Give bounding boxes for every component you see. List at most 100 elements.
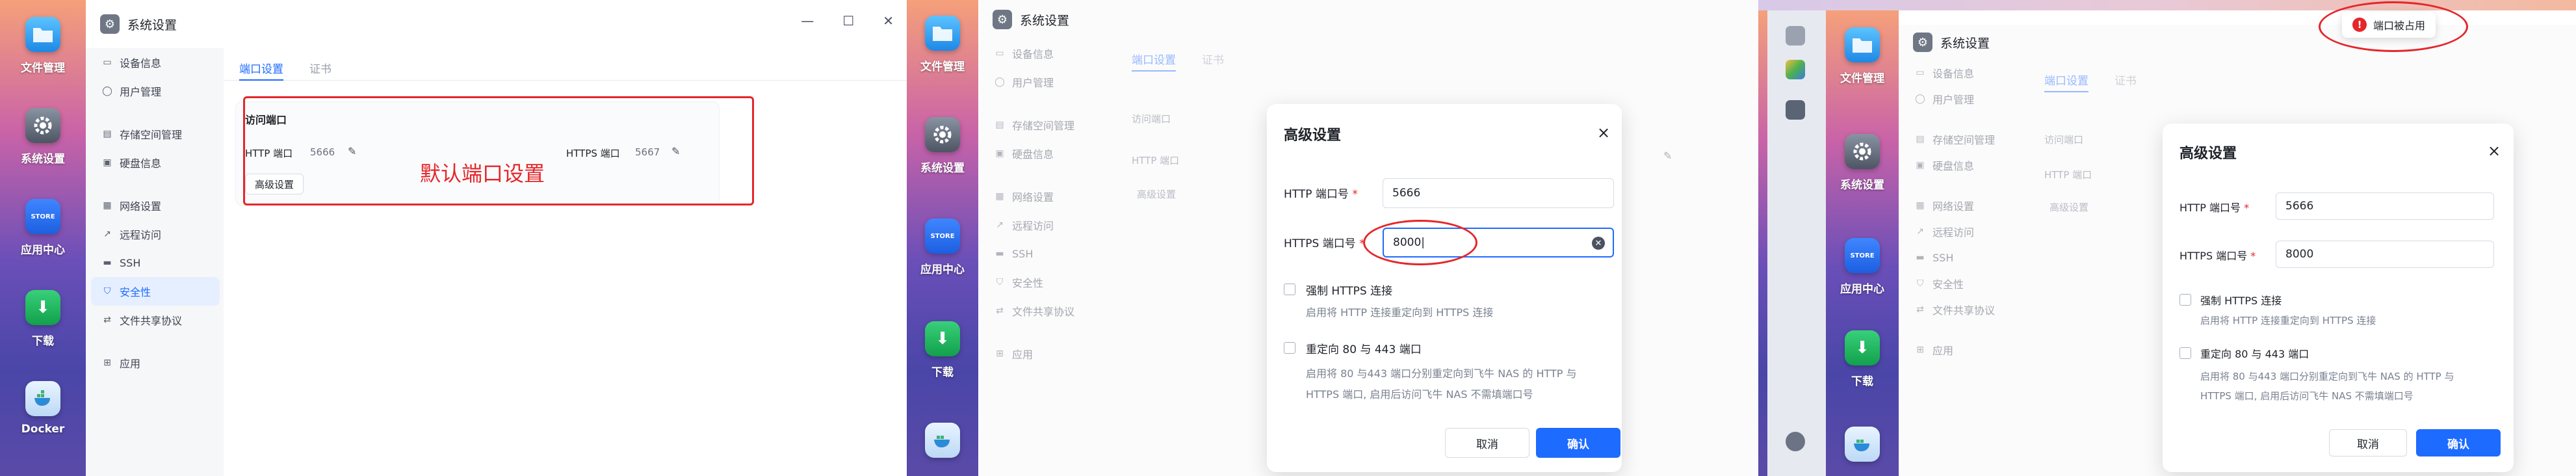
dock-label: 文件管理	[21, 62, 65, 75]
sidebar-item-network[interactable]: ▦ 网络设置	[1904, 192, 2025, 218]
remote-icon: ↗	[1916, 226, 1924, 237]
confirm-button[interactable]: 确认	[1536, 428, 1620, 458]
tab-certificate[interactable]: 证书	[2114, 65, 2137, 92]
https-port-label-text: HTTPS 端口号	[1284, 237, 1356, 250]
http-port-input[interactable]: 5666	[2276, 192, 2494, 220]
apps-icon: ⊞	[1916, 345, 1924, 355]
download-icon: ⬇	[25, 290, 60, 325]
window-title: 系统设置	[1940, 36, 1990, 51]
apps-grid-icon[interactable]	[1786, 60, 1805, 79]
dock-item-file-manager[interactable]: 文件管理	[907, 16, 978, 73]
tab-port-settings[interactable]: 端口设置	[239, 53, 283, 81]
sidebar-item-ssh[interactable]: ▬ SSH	[91, 248, 220, 277]
sidebar-item-disk-info[interactable]: ▣ 硬盘信息	[91, 148, 220, 177]
force-https-checkbox[interactable]	[1284, 284, 1295, 295]
dock-item-system-settings[interactable]: 系统设置	[907, 117, 978, 175]
advanced-settings-button[interactable]: 高级设置	[1128, 183, 1185, 204]
https-port-input[interactable]: 8000	[2276, 241, 2494, 268]
sidebar-item-device-info[interactable]: ▭ 设备信息	[1904, 60, 2025, 86]
dock-item-download[interactable]: ⬇ 下载	[0, 290, 86, 348]
dock-item-app-center[interactable]: STORE 应用中心	[1826, 238, 1899, 296]
redirect-ports-checkbox[interactable]	[1284, 342, 1295, 354]
sidebar-item-label: 用户管理	[1932, 94, 1975, 106]
apps-icon: ⊞	[103, 358, 111, 368]
close-icon[interactable]: ×	[2488, 142, 2501, 160]
sidebar-item-label: SSH	[1932, 251, 1954, 264]
sidebar-item-security[interactable]: ⛉ 安全性	[1904, 271, 2025, 297]
dock-item-download[interactable]: ⬇ 下载	[1826, 330, 1899, 388]
sidebar-item-security[interactable]: ⛉ 安全性	[983, 268, 1112, 297]
terminal-icon: ▬	[103, 258, 112, 268]
sidebar-item-disk-info[interactable]: ▣ 硬盘信息	[983, 139, 1112, 168]
sidebar-item-ssh[interactable]: ▬ SSH	[1904, 245, 2025, 271]
sidebar-item-apps[interactable]: ⊞ 应用	[1904, 337, 2025, 363]
tab-port-settings[interactable]: 端口设置	[2044, 65, 2088, 92]
minimize-button[interactable]: —	[801, 13, 814, 29]
close-button[interactable]: ✕	[883, 13, 894, 29]
sidebar-item-storage[interactable]: ▤ 存储空间管理	[983, 111, 1112, 139]
tab-certificate[interactable]: 证书	[309, 53, 332, 81]
storage-icon: ▤	[1916, 134, 1925, 144]
sidebar-item-disk-info[interactable]: ▣ 硬盘信息	[1904, 152, 2025, 178]
maximize-button[interactable]: ☐	[842, 13, 854, 29]
sidebar-item-remote-access[interactable]: ↗ 远程访问	[1904, 218, 2025, 245]
sidebar-item-file-sharing[interactable]: ⇄ 文件共享协议	[91, 306, 220, 334]
sidebar-item-file-sharing[interactable]: ⇄ 文件共享协议	[1904, 297, 2025, 323]
window-title: 系统设置	[127, 18, 177, 33]
https-port-input-value: 8000	[2285, 248, 2314, 261]
store-icon: STORE	[925, 218, 960, 254]
sidebar-item-ssh[interactable]: ▬ SSH	[983, 239, 1112, 268]
docker-icon	[1845, 427, 1880, 462]
store-badge-text: STORE	[31, 213, 55, 220]
sidebar-item-storage[interactable]: ▤ 存储空间管理	[1904, 126, 2025, 152]
dock-item-app-center[interactable]: STORE 应用中心	[0, 199, 86, 257]
disk-icon: ▣	[995, 148, 1004, 159]
sidebar-item-storage[interactable]: ▤ 存储空间管理	[91, 120, 220, 148]
sidebar-item-device-info[interactable]: ▭ 设备信息	[91, 48, 220, 77]
sidebar-item-security[interactable]: ⛉ 安全性	[91, 277, 220, 306]
advanced-settings-button[interactable]: 高级设置	[2040, 196, 2098, 217]
dock-item-system-settings[interactable]: 系统设置	[1826, 134, 1899, 192]
dock-item-app-center[interactable]: STORE 应用中心	[907, 218, 978, 276]
sidebar-item-file-sharing[interactable]: ⇄ 文件共享协议	[983, 297, 1112, 325]
sidebar-item-network[interactable]: ▦ 网络设置	[91, 191, 220, 220]
clear-icon[interactable]: ✕	[1592, 237, 1605, 250]
tab-port-settings[interactable]: 端口设置	[1132, 44, 1176, 72]
http-port-label: HTTP 端口	[1132, 155, 1180, 166]
sidebar-item-users[interactable]: ◯ 用户管理	[983, 68, 1112, 96]
settings-window: ⚙ 系统设置 — ☐ ✕ ▭ 设备信息 ◯ 用户管理 ▤ 存储空间管理 ▣ 硬盘信息 ▦…	[86, 0, 907, 476]
dock-item-system-settings[interactable]: 系统设置	[0, 108, 86, 166]
redirect-ports-checkbox[interactable]	[2179, 347, 2191, 359]
http-port-input[interactable]: 5666	[1383, 178, 1614, 208]
sidebar-item-apps[interactable]: ⊞ 应用	[91, 349, 220, 377]
dock-item-docker[interactable]: Docker	[0, 381, 86, 436]
sidebar-item-device-info[interactable]: ▭ 设备信息	[983, 39, 1112, 68]
power-icon[interactable]	[1786, 432, 1805, 451]
sidebar-item-network[interactable]: ▦ 网络设置	[983, 182, 1112, 211]
sidebar-item-apps[interactable]: ⊞ 应用	[983, 339, 1112, 368]
sidebar-item-users[interactable]: ◯ 用户管理	[1904, 86, 2025, 112]
apps-icon: ⊞	[996, 349, 1004, 359]
dock-item-file-manager[interactable]: 文件管理	[0, 17, 86, 75]
title-bar: ⚙ 系统设置 — ☐ ✕	[86, 0, 907, 48]
confirm-button[interactable]: 确认	[2416, 429, 2501, 456]
store-badge-text: STORE	[1850, 252, 1875, 259]
cancel-button[interactable]: 取消	[2329, 429, 2407, 456]
dock-item-docker[interactable]	[907, 423, 978, 458]
sidebar-item-users[interactable]: ◯ 用户管理	[91, 77, 220, 105]
tab-certificate[interactable]: 证书	[1202, 44, 1224, 72]
dock-label: 应用中心	[1840, 283, 1884, 296]
force-https-checkbox[interactable]	[2179, 294, 2191, 306]
dock-item-docker[interactable]	[1826, 427, 1899, 462]
dialog-title: 高级设置	[2179, 146, 2237, 162]
sidebar-item-remote-access[interactable]: ↗ 远程访问	[983, 211, 1112, 239]
edit-icon[interactable]: ✎	[1663, 150, 1672, 162]
monitor-icon[interactable]	[1786, 26, 1805, 46]
dock-item-download[interactable]: ⬇ 下载	[907, 321, 978, 379]
dock-item-file-manager[interactable]: 文件管理	[1826, 27, 1899, 85]
gear-icon[interactable]	[1786, 100, 1805, 120]
dock-label: 应用中心	[920, 263, 965, 276]
cancel-button[interactable]: 取消	[1445, 428, 1529, 458]
close-icon[interactable]: ×	[1597, 124, 1610, 142]
sidebar-item-remote-access[interactable]: ↗ 远程访问	[91, 220, 220, 248]
